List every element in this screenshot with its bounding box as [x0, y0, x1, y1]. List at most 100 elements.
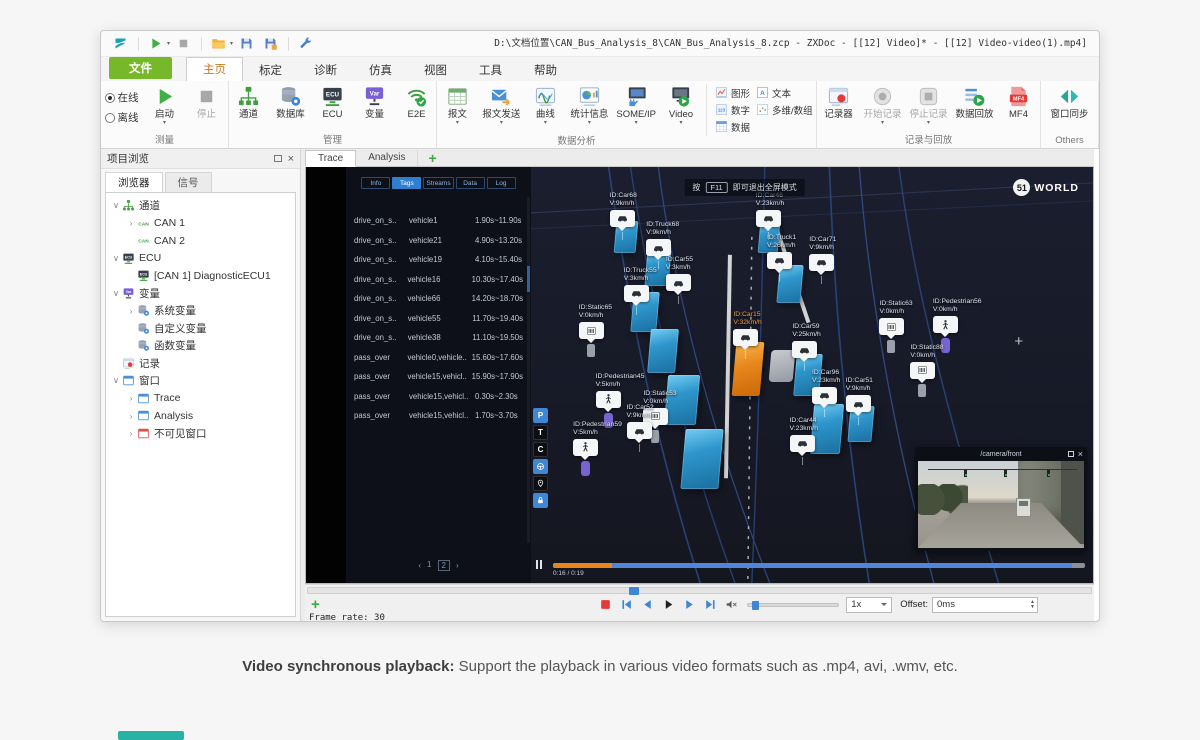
explorer-tab[interactable]: 信号 — [165, 172, 212, 192]
table-row[interactable]: pass_overvehicle15,vehicl..1.70s~3.70s — [354, 406, 523, 426]
menu-tab[interactable]: 帮助 — [518, 59, 573, 81]
vehicle-box[interactable] — [810, 404, 844, 454]
panel-tab[interactable]: Streams — [423, 177, 453, 189]
tree-item[interactable]: ∨变量 — [106, 285, 295, 303]
ribbon-button[interactable]: 数据库▾ — [271, 84, 311, 127]
ribbon-button[interactable]: E2E▾ — [397, 84, 437, 127]
panel-c-button[interactable]: C — [533, 442, 548, 457]
panel-tab[interactable]: Tags — [392, 177, 421, 189]
ribbon-small-button[interactable]: 多维/数组 — [753, 101, 816, 118]
menu-tab[interactable]: 工具 — [463, 59, 518, 81]
ribbon-button[interactable]: 报文▾ — [437, 84, 477, 127]
offset-input[interactable]: 0ms▲▼ — [932, 597, 1038, 613]
tree-item[interactable]: ∨窗口 — [106, 372, 295, 390]
table-row[interactable]: drive_on_s..vehicle1610.30s~17.40s — [354, 270, 523, 290]
ribbon-small-button[interactable]: 数据 — [712, 118, 753, 135]
table-row[interactable]: drive_on_s..vehicle214.90s~13.20s — [354, 231, 523, 251]
play-button[interactable] — [660, 597, 677, 612]
stop-button[interactable]: 停止▾ — [187, 84, 227, 127]
lock-view-button[interactable] — [533, 493, 548, 508]
tree-item[interactable]: ›CAN 1 — [106, 215, 295, 233]
vehicle-box[interactable] — [777, 265, 804, 303]
close-icon[interactable]: × — [1078, 450, 1083, 458]
table-row[interactable]: pass_overvehicle0,vehicle..15.60s~17.60s — [354, 348, 523, 368]
step-back-button[interactable] — [639, 597, 656, 612]
expand-icon[interactable] — [1068, 451, 1074, 457]
tree-item[interactable]: CAN 2 — [106, 232, 295, 250]
tree-item[interactable]: ›Trace — [106, 390, 295, 408]
pager-page[interactable]: 1 — [427, 560, 431, 571]
panel-tab[interactable]: Data — [456, 177, 485, 189]
vehicle-box[interactable] — [732, 342, 765, 396]
menu-tab[interactable]: 诊断 — [298, 59, 353, 81]
tree-item[interactable]: ∨ECU — [106, 250, 295, 268]
tree-item[interactable]: ›系统变量 — [106, 302, 295, 320]
scrollbar[interactable] — [527, 197, 530, 543]
table-row[interactable]: drive_on_s..vehicle5511.70s~19.40s — [354, 309, 523, 329]
ribbon-button[interactable]: 记录器▾ — [818, 84, 858, 127]
sync-slider[interactable] — [307, 587, 1092, 594]
spinner-arrows[interactable]: ▲▼ — [1030, 600, 1035, 610]
volume-handle[interactable] — [752, 601, 759, 610]
camera-inset[interactable]: /camera/front× — [915, 447, 1087, 551]
record-stop-button[interactable] — [597, 597, 614, 612]
tree-item[interactable]: 函数变量 — [106, 337, 295, 355]
speed-select[interactable]: 1x — [846, 597, 892, 613]
table-row[interactable]: drive_on_s..vehicle6614.20s~18.70s — [354, 289, 523, 309]
tree-item[interactable]: 自定义变量 — [106, 320, 295, 338]
expander-icon[interactable]: › — [125, 411, 137, 421]
skip-end-button[interactable] — [702, 597, 719, 612]
ribbon-button[interactable]: 停止记录▾ — [906, 84, 950, 127]
expander-icon[interactable]: › — [125, 393, 137, 403]
tree-item[interactable]: [CAN 1] DiagnosticECU1 — [106, 267, 295, 285]
pager-page[interactable]: 2 — [438, 560, 450, 571]
drive-mode-button[interactable] — [533, 459, 548, 474]
ribbon-button[interactable]: 曲线▾ — [525, 84, 565, 127]
pause-button[interactable] — [536, 560, 542, 569]
window-sync-button[interactable]: 窗口同步▾ — [1047, 84, 1091, 127]
add-button[interactable]: + — [311, 598, 320, 612]
expander-icon[interactable]: › — [125, 428, 137, 438]
menu-tab[interactable]: 仿真 — [353, 59, 408, 81]
expander-icon[interactable]: ∨ — [110, 253, 122, 264]
table-row[interactable]: drive_on_s..vehicle11.90s~11.90s — [354, 211, 523, 231]
expander-icon[interactable]: › — [125, 306, 137, 316]
tree-item[interactable]: ›不可见窗口 — [106, 425, 295, 443]
pager-next[interactable]: › — [456, 561, 459, 570]
expander-icon[interactable]: › — [125, 218, 137, 228]
ribbon-button[interactable]: 变量▾ — [355, 84, 395, 127]
vehicle-box[interactable] — [757, 221, 780, 253]
float-panel-icon[interactable] — [274, 155, 282, 162]
workspace-tab[interactable]: Analysis — [356, 150, 418, 166]
locate-button[interactable] — [533, 476, 548, 491]
vehicle-box[interactable] — [768, 350, 795, 382]
explorer-tab[interactable]: 浏览器 — [105, 172, 163, 192]
offline-radio[interactable]: 离线 — [105, 110, 139, 125]
panel-tab[interactable]: Info — [361, 177, 390, 189]
vehicle-box[interactable] — [614, 221, 639, 253]
settings-wrench-button[interactable] — [294, 34, 316, 54]
tree-item[interactable]: 记录 — [106, 355, 295, 373]
open-file-button[interactable] — [207, 34, 229, 54]
ribbon-button[interactable]: 开始记录▾ — [860, 84, 904, 127]
tree-item[interactable]: ›Analysis — [106, 407, 295, 425]
quick-stop-button[interactable] — [172, 34, 194, 54]
panel-tab[interactable]: Log — [487, 177, 516, 189]
quick-start-button[interactable] — [144, 34, 166, 54]
add-tab-button[interactable]: + — [418, 150, 446, 166]
expander-icon[interactable]: ∨ — [110, 288, 122, 299]
chevron-down-icon[interactable]: ▾ — [230, 40, 233, 47]
workspace-tab[interactable]: Trace — [305, 150, 356, 167]
ribbon-button[interactable]: ECU▾ — [313, 84, 353, 127]
vehicle-box[interactable] — [680, 429, 723, 489]
table-row[interactable]: drive_on_s..vehicle194.10s~15.40s — [354, 250, 523, 270]
vehicle-box[interactable] — [847, 406, 874, 442]
menu-tab[interactable]: 标定 — [243, 59, 298, 81]
close-panel-icon[interactable]: × — [288, 154, 294, 164]
table-row[interactable]: drive_on_s..vehicle3811.10s~19.50s — [354, 328, 523, 348]
ribbon-button[interactable]: 数据回放▾ — [953, 84, 997, 127]
ribbon-button[interactable]: Video▾ — [661, 84, 701, 127]
save-button[interactable] — [235, 34, 257, 54]
ribbon-small-button[interactable]: 数字 — [712, 101, 753, 118]
mute-speaker-icon[interactable] — [723, 597, 740, 612]
